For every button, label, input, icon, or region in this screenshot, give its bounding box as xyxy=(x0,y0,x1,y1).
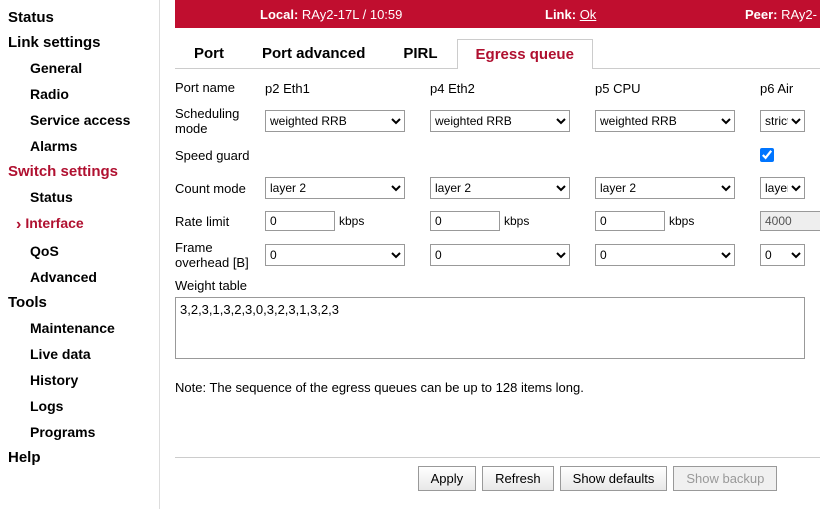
nav-item-interface[interactable]: Interface xyxy=(8,210,157,238)
nav-section-switch-settings[interactable]: Switch settings xyxy=(8,159,157,184)
frame-overhead-2[interactable]: 0 xyxy=(595,244,735,266)
nav-item-advanced[interactable]: Advanced xyxy=(8,264,157,290)
label-speed-guard: Speed guard xyxy=(175,148,265,163)
topbar-peer-label: Peer: xyxy=(745,7,778,22)
count-mode-2[interactable]: layer 2 xyxy=(595,177,735,199)
topbar-peer-value: RAy2- xyxy=(781,7,817,22)
topbar-local-label: Local: xyxy=(260,7,298,22)
nav-item-status[interactable]: Status xyxy=(8,184,157,210)
nav-item-logs[interactable]: Logs xyxy=(8,393,157,419)
tab-egress-queue[interactable]: Egress queue xyxy=(457,39,593,69)
nav-item-service-access[interactable]: Service access xyxy=(8,107,157,133)
topbar-local-value: RAy2-17L / 10:59 xyxy=(302,7,402,22)
nav-item-radio[interactable]: Radio xyxy=(8,81,157,107)
rate-limit-0[interactable] xyxy=(265,211,335,231)
label-port-name: Port name xyxy=(175,80,265,95)
label-scheduling-mode: Scheduling mode xyxy=(175,106,265,136)
tab-port-advanced[interactable]: Port advanced xyxy=(243,38,384,68)
nav-item-programs[interactable]: Programs xyxy=(8,419,157,445)
rate-limit-1[interactable] xyxy=(430,211,500,231)
nav-item-maintenance[interactable]: Maintenance xyxy=(8,315,157,341)
port-name-0: p2 Eth1 xyxy=(265,79,430,96)
button-bar: Apply Refresh Show defaults Show backup xyxy=(175,457,820,491)
scheduling-mode-2[interactable]: weighted RRB xyxy=(595,110,735,132)
nav-item-alarms[interactable]: Alarms xyxy=(8,133,157,159)
rate-unit-0: kbps xyxy=(339,214,364,228)
label-frame-overhead: Frame overhead [B] xyxy=(175,240,265,270)
topbar-link-label: Link: xyxy=(545,7,576,22)
port-name-3: p6 Air xyxy=(760,79,820,96)
topbar-link-value[interactable]: Ok xyxy=(580,7,597,22)
sidebar: Status Link settings General Radio Servi… xyxy=(0,0,160,509)
show-backup-button: Show backup xyxy=(673,466,777,491)
label-count-mode: Count mode xyxy=(175,181,265,196)
nav-section-tools[interactable]: Tools xyxy=(8,290,157,315)
count-mode-3[interactable]: layer xyxy=(760,177,805,199)
refresh-button[interactable]: Refresh xyxy=(482,466,554,491)
nav-item-live-data[interactable]: Live data xyxy=(8,341,157,367)
nav-section-link-settings[interactable]: Link settings xyxy=(8,30,157,55)
rate-unit-1: kbps xyxy=(504,214,529,228)
scheduling-mode-0[interactable]: weighted RRB xyxy=(265,110,405,132)
tab-pirl[interactable]: PIRL xyxy=(384,38,456,68)
tabs: Port Port advanced PIRL Egress queue xyxy=(175,38,820,69)
note-text: Note: The sequence of the egress queues … xyxy=(175,380,820,395)
rate-unit-2: kbps xyxy=(669,214,694,228)
label-weight-table: Weight table xyxy=(175,278,820,293)
nav-item-qos[interactable]: QoS xyxy=(8,238,157,264)
rate-limit-2[interactable] xyxy=(595,211,665,231)
tab-port[interactable]: Port xyxy=(175,38,243,68)
nav-section-status[interactable]: Status xyxy=(8,5,157,30)
scheduling-mode-3[interactable]: strict xyxy=(760,110,805,132)
weight-table-input[interactable]: 3,2,3,1,3,2,3,0,3,2,3,1,3,2,3 xyxy=(175,297,805,359)
frame-overhead-3[interactable]: 0 xyxy=(760,244,805,266)
frame-overhead-0[interactable]: 0 xyxy=(265,244,405,266)
apply-button[interactable]: Apply xyxy=(418,466,477,491)
label-rate-limit: Rate limit xyxy=(175,214,265,229)
port-name-2: p5 CPU xyxy=(595,79,760,96)
nav-item-general[interactable]: General xyxy=(8,55,157,81)
rate-limit-3 xyxy=(760,211,820,231)
show-defaults-button[interactable]: Show defaults xyxy=(560,466,668,491)
scheduling-mode-1[interactable]: weighted RRB xyxy=(430,110,570,132)
port-name-1: p4 Eth2 xyxy=(430,79,595,96)
count-mode-0[interactable]: layer 2 xyxy=(265,177,405,199)
count-mode-1[interactable]: layer 2 xyxy=(430,177,570,199)
topbar: Local: RAy2-17L / 10:59 Link: Ok Peer: R… xyxy=(175,0,820,28)
nav-item-history[interactable]: History xyxy=(8,367,157,393)
frame-overhead-1[interactable]: 0 xyxy=(430,244,570,266)
speed-guard-3[interactable] xyxy=(760,148,774,162)
nav-section-help[interactable]: Help xyxy=(8,445,157,470)
